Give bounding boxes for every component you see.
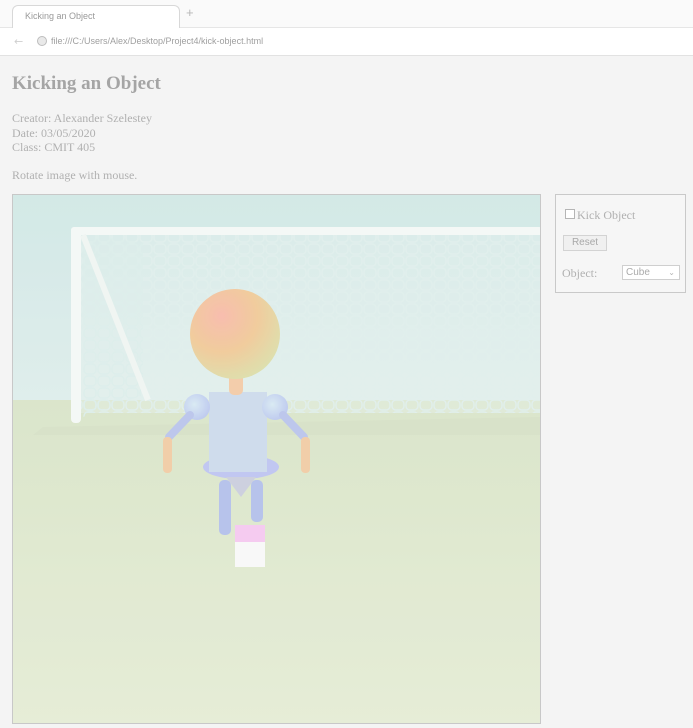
scene-image — [13, 195, 540, 723]
page-title: Kicking an Object — [12, 73, 161, 94]
chevron-down-icon: ⌄ — [668, 268, 675, 277]
tab-title: Kicking an Object — [25, 11, 96, 21]
page-meta: Creator: Alexander Szelestey Date: 03/05… — [12, 111, 152, 155]
object-select[interactable]: Cube ⌄ — [622, 265, 680, 280]
reset-button[interactable]: Reset — [563, 235, 607, 251]
new-tab-button[interactable]: + — [186, 6, 194, 19]
file-icon — [37, 36, 47, 46]
browser-tab[interactable]: Kicking an Object — [12, 5, 180, 28]
control-panel: Kick Object Reset Object: Cube ⌄ — [555, 194, 686, 293]
object-label: Object: — [562, 266, 598, 280]
creator-text: Creator: Alexander Szelestey — [12, 111, 152, 125]
class-text: Class: CMIT 405 — [12, 140, 96, 154]
date-text: Date: 03/05/2020 — [12, 125, 96, 140]
scene-canvas[interactable] — [12, 194, 541, 724]
instruction-text: Rotate image with mouse. — [12, 168, 138, 182]
kick-object-label[interactable]: Kick Object — [577, 208, 635, 223]
kick-object-checkbox[interactable] — [565, 209, 575, 219]
back-arrow-icon[interactable]: ← — [14, 35, 23, 48]
browser-tab-bar: Kicking an Object + — [0, 0, 693, 28]
address-bar: ← file:///C:/Users/Alex/Desktop/Project4… — [0, 28, 693, 56]
object-select-value: Cube — [626, 267, 650, 278]
url-field[interactable]: file:///C:/Users/Alex/Desktop/Project4/k… — [51, 36, 263, 46]
